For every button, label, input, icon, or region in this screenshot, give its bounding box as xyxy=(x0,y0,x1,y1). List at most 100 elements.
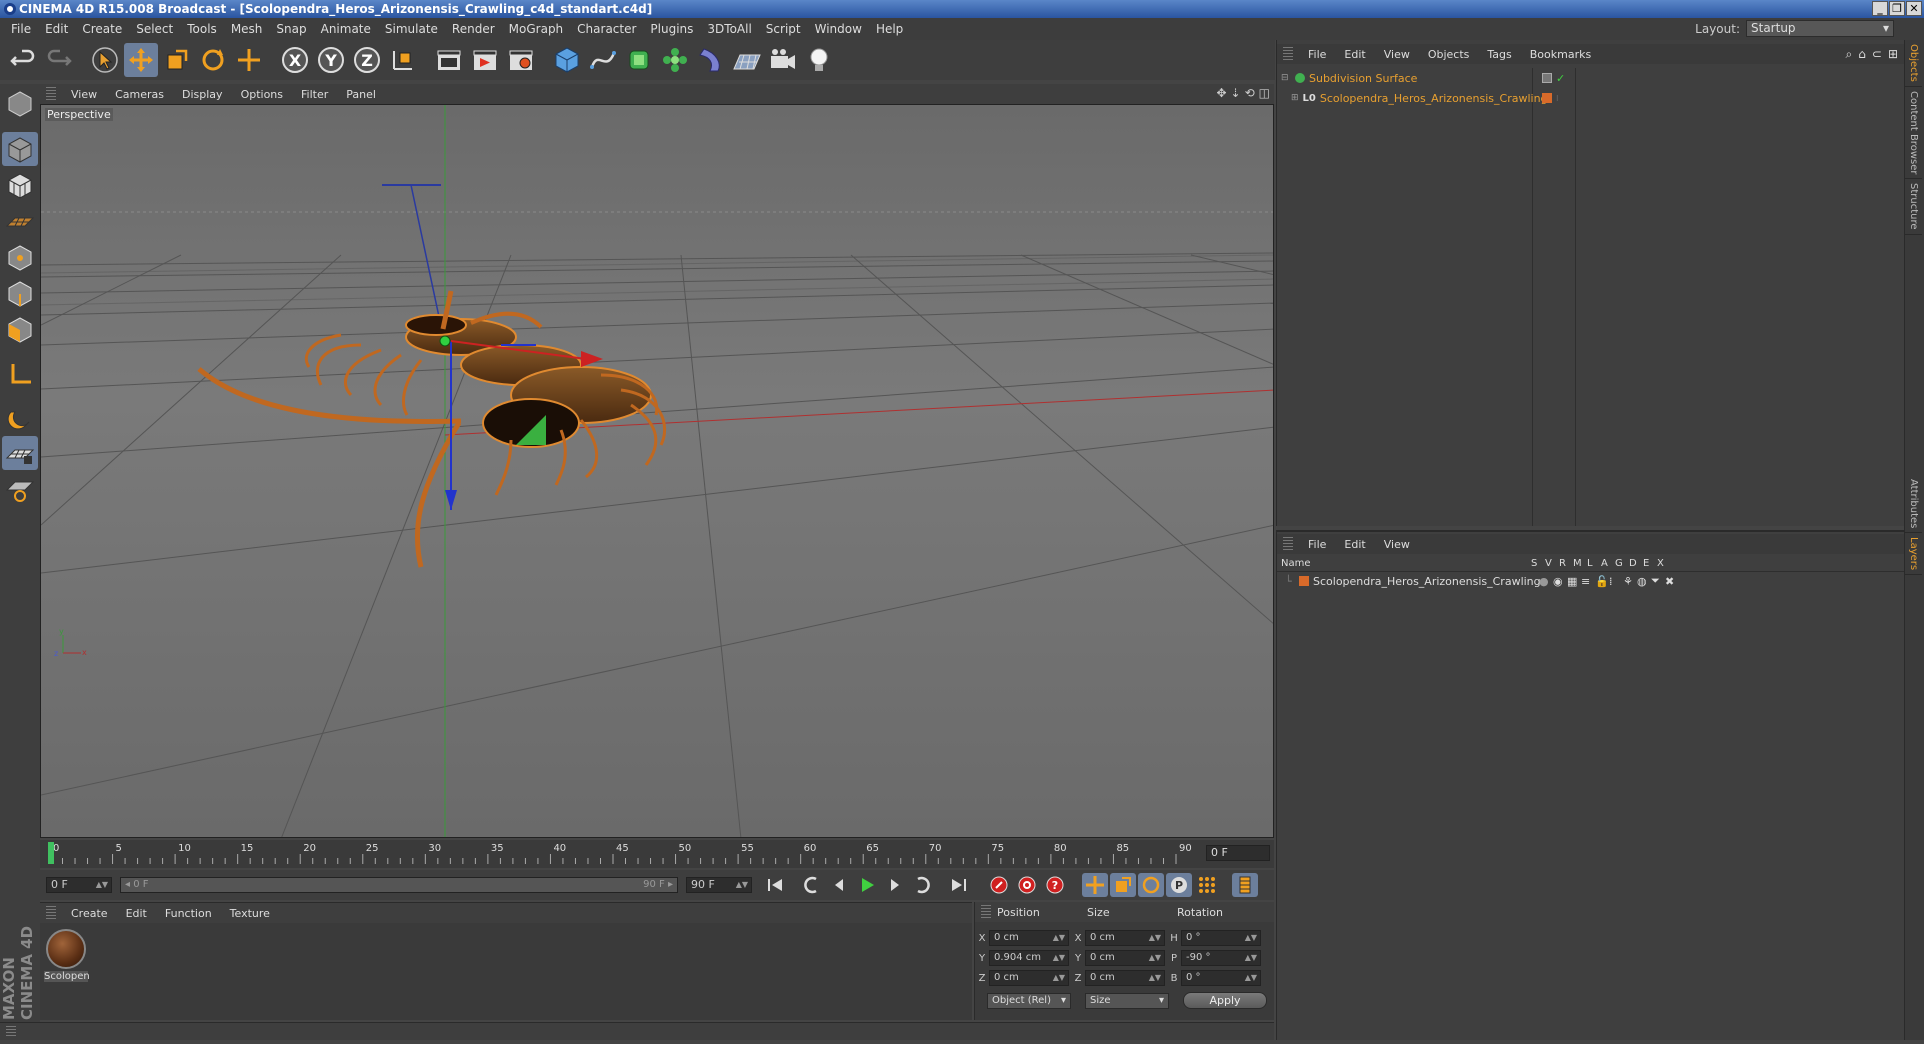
apply-button[interactable]: Apply xyxy=(1183,992,1267,1009)
material-menu-create[interactable]: Create xyxy=(62,907,117,920)
layout-dropdown[interactable]: Startup xyxy=(1746,20,1894,37)
menu-snap[interactable]: Snap xyxy=(269,22,313,36)
tab-objects[interactable]: Objects xyxy=(1905,40,1922,87)
y-axis-lock-button[interactable]: Y xyxy=(314,43,348,77)
expression-icon[interactable]: ⏷ xyxy=(1651,574,1665,588)
solo-icon[interactable]: ● xyxy=(1539,575,1553,588)
menu-edit[interactable]: Edit xyxy=(38,22,75,36)
search-icon[interactable]: ⌕ xyxy=(1846,47,1853,62)
material-panel-grip-icon[interactable] xyxy=(46,906,56,920)
layer-row[interactable]: └ Scolopendra_Heros_Arizonensis_Crawling… xyxy=(1277,572,1904,590)
size-x-field[interactable]: 0 cm ▲▼ xyxy=(1085,930,1165,946)
layer-color-swatch[interactable] xyxy=(1299,576,1309,586)
rotate-tool-button[interactable] xyxy=(196,43,230,77)
layers-menu-view[interactable]: View xyxy=(1375,538,1419,551)
close-button[interactable]: ✕ xyxy=(1906,1,1922,16)
x-axis-lock-button[interactable]: X xyxy=(278,43,312,77)
animation-icon[interactable]: ⁞ xyxy=(1609,575,1623,588)
viewport-pan-icon[interactable]: ✥ xyxy=(1216,86,1226,100)
new-window-icon[interactable]: ⊞ xyxy=(1888,47,1898,62)
workplane-mode-button[interactable] xyxy=(2,204,38,238)
expand-toggle-icon[interactable]: ⊞ xyxy=(1291,93,1299,103)
add-camera-button[interactable] xyxy=(766,43,800,77)
planar-workplane-button[interactable] xyxy=(2,472,38,506)
previous-keyframe-button[interactable] xyxy=(798,873,824,897)
viewport-orbit-icon[interactable]: ⟲ xyxy=(1245,86,1255,100)
deformer-icon[interactable]: ◍ xyxy=(1637,575,1651,588)
coordinate-system-button[interactable] xyxy=(386,43,420,77)
object-panel-grip-icon[interactable] xyxy=(1283,47,1293,61)
menu-plugins[interactable]: Plugins xyxy=(643,22,700,36)
key-position-button[interactable] xyxy=(1082,873,1108,897)
menu-tools[interactable]: Tools xyxy=(180,22,224,36)
object-row-scolopendra[interactable]: ⊞ L0 Scolopendra_Heros_Arizonensis_Crawl… xyxy=(1277,88,1548,108)
coord-panel-grip-icon[interactable] xyxy=(981,905,991,919)
coordinate-mode-dropdown[interactable]: Object (Rel) ▾ xyxy=(987,992,1071,1009)
menu-create[interactable]: Create xyxy=(75,22,129,36)
polygons-mode-button[interactable] xyxy=(2,312,38,346)
objects-menu-view[interactable]: View xyxy=(1375,48,1419,61)
viewport-menu-panel[interactable]: Panel xyxy=(337,88,385,101)
layers-menu-edit[interactable]: Edit xyxy=(1335,538,1374,551)
add-array-button[interactable] xyxy=(658,43,692,77)
minimize-button[interactable]: _ xyxy=(1872,1,1888,16)
render-view-button[interactable] xyxy=(432,43,466,77)
workplane-lock-button[interactable] xyxy=(2,436,38,470)
link-icon[interactable]: ⊂ xyxy=(1872,47,1882,62)
manager-icon[interactable]: ≡ xyxy=(1581,575,1595,588)
menu-file[interactable]: File xyxy=(4,22,38,36)
objects-menu-objects[interactable]: Objects xyxy=(1419,48,1479,61)
viewport-menu-options[interactable]: Options xyxy=(232,88,292,101)
add-spline-button[interactable] xyxy=(586,43,620,77)
objects-menu-file[interactable]: File xyxy=(1299,48,1335,61)
tab-content-browser[interactable]: Content Browser xyxy=(1905,87,1922,180)
rotation-p-field[interactable]: -90 ° ▲▼ xyxy=(1181,950,1261,966)
size-z-field[interactable]: 0 cm ▲▼ xyxy=(1085,970,1165,986)
viewport-menu-view[interactable]: View xyxy=(62,88,106,101)
menu-script[interactable]: Script xyxy=(759,22,808,36)
snap-button[interactable] xyxy=(2,400,38,434)
xref-icon[interactable]: ✖ xyxy=(1665,575,1679,588)
key-rotation-button[interactable] xyxy=(1138,873,1164,897)
object-pivot-handle[interactable] xyxy=(439,335,451,347)
viewport-menu-filter[interactable]: Filter xyxy=(292,88,337,101)
lock-icon[interactable]: 🔓 xyxy=(1595,575,1609,588)
menu-mesh[interactable]: Mesh xyxy=(224,22,270,36)
viewport-dolly-icon[interactable]: ⇣ xyxy=(1231,86,1241,100)
render-settings-button[interactable] xyxy=(504,43,538,77)
points-mode-button[interactable] xyxy=(2,240,38,274)
axis-mode-button[interactable] xyxy=(2,358,38,392)
playhead-marker[interactable] xyxy=(48,842,54,864)
objects-menu-tags[interactable]: Tags xyxy=(1478,48,1520,61)
redo-button[interactable] xyxy=(42,43,76,77)
menu-select[interactable]: Select xyxy=(129,22,180,36)
enabled-check-icon[interactable]: ✓ xyxy=(1556,72,1565,85)
visibility-dots-icon[interactable]: ⁝ xyxy=(1556,94,1559,103)
material-menu-texture[interactable]: Texture xyxy=(221,907,279,920)
maximize-button[interactable]: ❐ xyxy=(1889,1,1905,16)
transform-tool-button[interactable] xyxy=(232,43,266,77)
tab-attributes[interactable]: Attributes xyxy=(1905,475,1922,534)
viewport-menu-display[interactable]: Display xyxy=(173,88,232,101)
add-light-button[interactable] xyxy=(802,43,836,77)
layer-toggle-icon[interactable] xyxy=(1542,73,1552,83)
objects-menu-edit[interactable]: Edit xyxy=(1335,48,1374,61)
size-y-field[interactable]: 0 cm ▲▼ xyxy=(1085,950,1165,966)
live-selection-button[interactable] xyxy=(88,43,122,77)
add-deformer-button[interactable] xyxy=(694,43,728,77)
key-pla-button[interactable] xyxy=(1194,873,1220,897)
add-floor-button[interactable] xyxy=(730,43,764,77)
frame-range-slider[interactable]: ◂ 0 F 90 F ▸ xyxy=(120,877,678,893)
go-to-end-button[interactable] xyxy=(946,873,972,897)
add-generator-button[interactable] xyxy=(622,43,656,77)
keyframe-selection-button[interactable]: ? xyxy=(1042,873,1068,897)
position-y-field[interactable]: 0.904 cm ▲▼ xyxy=(989,950,1069,966)
timeline-ruler[interactable]: 0 5 10 15 20 25 30 35 40 45 50 55 60 65 70 75 80 85 90 0 F xyxy=(40,840,1274,868)
viewport-menu-cameras[interactable]: Cameras xyxy=(106,88,173,101)
timeline-layout-button[interactable] xyxy=(1232,873,1258,897)
object-row-subdivision-surface[interactable]: ⊟ Subdivision Surface xyxy=(1277,68,1532,88)
menu-window[interactable]: Window xyxy=(808,22,869,36)
viewport-maximize-icon[interactable]: ◫ xyxy=(1259,86,1270,100)
panel-grip-icon[interactable] xyxy=(46,87,56,101)
layer-panel-grip-icon[interactable] xyxy=(1283,537,1293,551)
